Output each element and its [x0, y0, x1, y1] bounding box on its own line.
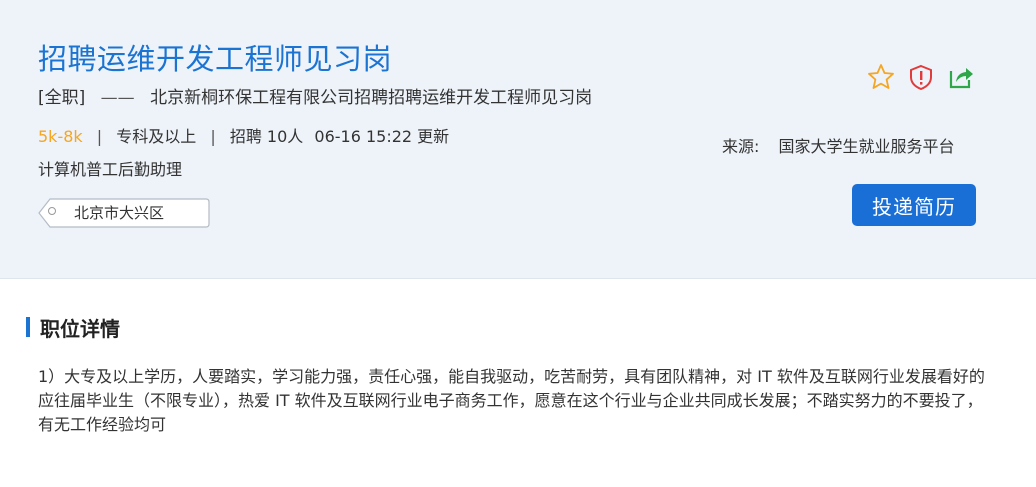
tag-hole-icon	[48, 207, 56, 215]
job-meta: 5k-8k | 专科及以上 | 招聘 10人 06-16 15:22 更新	[38, 123, 449, 147]
meta-separator: |	[96, 127, 103, 146]
job-subline: [全职] —— 北京新桐环保工程有限公司招聘招聘运维开发工程师见习岗	[38, 83, 592, 108]
action-icons	[866, 62, 986, 96]
meta-separator: |	[210, 127, 216, 146]
share-icon[interactable]	[946, 62, 976, 92]
apply-button[interactable]: 投递简历	[852, 184, 976, 226]
headcount: 招聘 10人	[229, 127, 304, 146]
star-icon[interactable]	[866, 62, 896, 92]
source-info: 来源: 国家大学生就业服务平台	[722, 133, 955, 157]
location-label: 北京市大兴区	[74, 204, 165, 222]
job-skills: 计算机普工后勤助理	[38, 160, 183, 179]
company-line[interactable]: 北京新桐环保工程有限公司招聘招聘运维开发工程师见习岗	[150, 88, 592, 108]
job-type: [全职]	[38, 88, 86, 108]
update-time: 06-16 15:22 更新	[314, 127, 450, 146]
section-title: 职位详情	[40, 317, 120, 341]
job-title: 招聘运维开发工程师见习岗	[38, 42, 393, 76]
job-description: 1）大专及以上学历，人要踏实，学习能力强，责任心强，能自我驱动，吃苦耐劳，具有团…	[38, 367, 985, 434]
dash-separator: ——	[100, 88, 135, 108]
section-accent-bar	[26, 317, 30, 337]
salary: 5k-8k	[38, 127, 83, 146]
source-label: 来源:	[722, 137, 760, 156]
shield-alert-icon[interactable]	[906, 62, 936, 92]
job-header: 招聘运维开发工程师见习岗 [全职] —— 北京新桐环保工程有限公司招聘招聘运维开…	[0, 0, 1036, 279]
location-tag: 北京市大兴区	[38, 198, 210, 228]
education: 专科及以上	[116, 127, 197, 146]
source-value: 国家大学生就业服务平台	[778, 137, 955, 156]
